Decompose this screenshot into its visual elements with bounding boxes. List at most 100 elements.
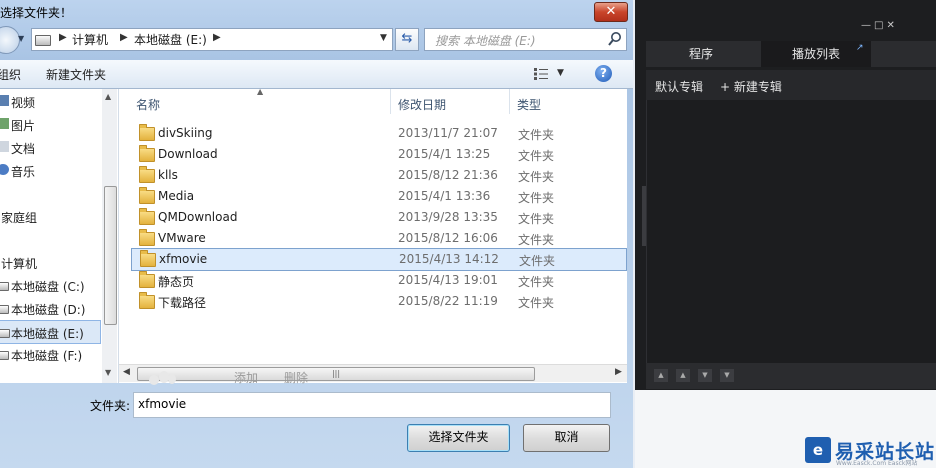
file-type: 文件夹 bbox=[518, 149, 555, 163]
drive-icon bbox=[0, 305, 9, 314]
file-row[interactable]: Media 2015/4/1 13:36 文件夹 bbox=[131, 186, 625, 207]
file-row[interactable]: divSkiing 2013/11/7 21:07 文件夹 bbox=[131, 123, 625, 144]
toolbar: 组织 新建文件夹 ▼ bbox=[0, 60, 633, 89]
nav-item-label: 文档 bbox=[11, 142, 36, 156]
folder-picker-dialog: 选择文件夹！ ✕ ▼ ▶ 计算机 ▶ 本地磁盘 (E:) ▶ ▼ ⇆ 搜索 本地… bbox=[0, 0, 633, 468]
music-library-icon bbox=[0, 164, 9, 175]
watermark-subtitle: Www.Easck.Com Easck网站 bbox=[836, 460, 918, 467]
horizontal-scrollbar[interactable]: ◀ ||| ▶ bbox=[119, 364, 627, 382]
watermark-logo-icon: e bbox=[805, 437, 831, 463]
file-name: 下载路径 bbox=[158, 296, 207, 310]
file-type: 文件夹 bbox=[518, 191, 555, 205]
scrollbar-thumb[interactable] bbox=[104, 186, 117, 325]
refresh-button[interactable]: ⇆ bbox=[395, 28, 419, 51]
nav-item-homegroup[interactable]: 家庭组 bbox=[0, 205, 100, 227]
file-row[interactable]: QMDownload 2013/9/28 13:35 文件夹 bbox=[131, 207, 625, 228]
file-name: VMware bbox=[158, 231, 206, 245]
nav-item-drive-f[interactable]: 本地磁盘 (F:) bbox=[0, 343, 100, 365]
breadcrumb-computer[interactable]: 计算机 bbox=[72, 31, 108, 48]
tab-playlist[interactable]: 播放列表 bbox=[761, 41, 871, 67]
file-row-selected[interactable]: xfmovie 2015/4/13 14:12 文件夹 bbox=[131, 248, 627, 271]
scroll-up-icon[interactable]: ▲ bbox=[105, 92, 111, 101]
scroll-right-icon[interactable]: ▶ bbox=[615, 367, 622, 377]
scroll-down-icon[interactable]: ▼ bbox=[105, 368, 111, 377]
address-bar[interactable]: ▶ 计算机 ▶ 本地磁盘 (E:) ▶ ▼ bbox=[31, 28, 393, 51]
back-button[interactable] bbox=[0, 26, 20, 54]
close-button[interactable]: ✕ bbox=[594, 2, 628, 22]
help-icon[interactable]: ? bbox=[595, 65, 612, 82]
column-header-name[interactable]: 名称 bbox=[136, 96, 160, 113]
file-type: 文件夹 bbox=[518, 296, 555, 310]
move-bottom-icon[interactable]: ▼ bbox=[720, 369, 734, 382]
column-header-date[interactable]: 修改日期 bbox=[398, 96, 446, 113]
default-album-tab[interactable]: 默认专辑 bbox=[655, 78, 703, 95]
file-date: 2015/4/1 13:25 bbox=[398, 147, 491, 161]
nav-item-music[interactable]: 音乐 bbox=[0, 159, 100, 181]
nav-item-documents[interactable]: 文档 bbox=[0, 136, 100, 158]
scrollbar-thumb[interactable]: ||| bbox=[137, 367, 535, 381]
move-top-icon[interactable]: ▲ bbox=[654, 369, 668, 382]
column-divider[interactable] bbox=[390, 89, 391, 114]
title-bar[interactable]: 选择文件夹！ ✕ bbox=[0, 0, 633, 24]
nav-item-pictures[interactable]: 图片 bbox=[0, 113, 100, 135]
folder-icon bbox=[140, 250, 156, 267]
nav-item-computer[interactable]: 计算机 bbox=[0, 251, 100, 273]
cancel-button[interactable]: 取消 bbox=[523, 424, 610, 452]
folder-icon bbox=[139, 166, 155, 183]
nav-item-drive-c[interactable]: 本地磁盘 (C:) bbox=[0, 274, 100, 296]
delete-button[interactable]: 删除 bbox=[284, 369, 308, 386]
folder-icon bbox=[139, 292, 155, 309]
nav-item-label: 视频 bbox=[11, 96, 36, 110]
video-library-icon bbox=[0, 95, 9, 106]
nav-item-label: 计算机 bbox=[1, 257, 38, 271]
album-bar: 默认专辑 + 新建专辑 bbox=[646, 70, 936, 100]
file-row[interactable]: 下载路径 2015/8/22 11:19 文件夹 bbox=[131, 291, 625, 312]
move-up-icon[interactable]: ▲ bbox=[676, 369, 690, 382]
drive-icon bbox=[0, 282, 9, 291]
column-header-type[interactable]: 类型 bbox=[517, 96, 541, 113]
chevron-right-icon[interactable]: ▶ bbox=[120, 32, 128, 43]
file-row[interactable]: klls 2015/8/12 21:36 文件夹 bbox=[131, 165, 625, 186]
file-date: 2015/4/1 13:36 bbox=[398, 189, 491, 203]
chevron-down-icon[interactable]: ▼ bbox=[380, 33, 387, 43]
add-button[interactable]: 添加 bbox=[224, 369, 268, 386]
popout-icon[interactable]: ↗ bbox=[856, 43, 864, 53]
nav-item-label: 家庭组 bbox=[1, 211, 38, 225]
nav-item-videos[interactable]: 视频 bbox=[0, 90, 100, 112]
scroll-left-icon[interactable]: ◀ bbox=[123, 367, 130, 377]
new-album-button[interactable]: + 新建专辑 bbox=[720, 78, 782, 95]
file-date: 2015/8/22 11:19 bbox=[398, 294, 498, 308]
history-dropdown-icon[interactable]: ▼ bbox=[18, 34, 24, 43]
chevron-down-icon[interactable]: ▼ bbox=[557, 68, 564, 78]
select-folder-button[interactable]: 选择文件夹 bbox=[407, 424, 510, 452]
folder-name-input[interactable]: xfmovie bbox=[133, 392, 611, 418]
file-type: 文件夹 bbox=[519, 254, 556, 268]
file-row[interactable]: VMware 2015/8/12 16:06 文件夹 bbox=[131, 228, 625, 249]
view-options-icon[interactable] bbox=[533, 67, 549, 81]
nav-item-drive-d[interactable]: 本地磁盘 (D:) bbox=[0, 297, 100, 319]
search-input[interactable]: 搜索 本地磁盘 (E:) bbox=[424, 28, 627, 51]
file-row[interactable]: 静态页 2015/4/13 19:01 文件夹 bbox=[131, 270, 625, 291]
file-list: ▲ 名称 修改日期 类型 divSkiing 2013/11/7 21:07 文… bbox=[119, 87, 627, 383]
nav-item-label: 本地磁盘 (D:) bbox=[11, 303, 86, 317]
folder-icon bbox=[139, 145, 155, 162]
folder-icon bbox=[139, 208, 155, 225]
window-controls[interactable]: —□✕ bbox=[861, 20, 898, 31]
file-type: 文件夹 bbox=[518, 275, 555, 289]
organize-button[interactable]: 组织 bbox=[0, 66, 21, 83]
drive-icon bbox=[35, 35, 51, 46]
playlist-area bbox=[646, 100, 936, 363]
breadcrumb-drive-e[interactable]: 本地磁盘 (E:) bbox=[134, 31, 207, 48]
refresh-icon: ⇆ bbox=[401, 31, 413, 46]
column-divider[interactable] bbox=[509, 89, 510, 114]
chevron-right-icon[interactable]: ▶ bbox=[213, 32, 221, 43]
file-row[interactable]: Download 2015/4/1 13:25 文件夹 bbox=[131, 144, 625, 165]
nav-item-drive-e[interactable]: 本地磁盘 (E:) bbox=[0, 320, 101, 344]
search-icon[interactable] bbox=[607, 31, 623, 47]
file-name: klls bbox=[158, 168, 178, 182]
new-folder-button[interactable]: 新建文件夹 bbox=[46, 66, 106, 83]
move-down-icon[interactable]: ▼ bbox=[698, 369, 712, 382]
folder-icon bbox=[139, 271, 155, 288]
tab-programs[interactable]: 程序 bbox=[646, 41, 756, 67]
chevron-right-icon[interactable]: ▶ bbox=[59, 32, 67, 43]
